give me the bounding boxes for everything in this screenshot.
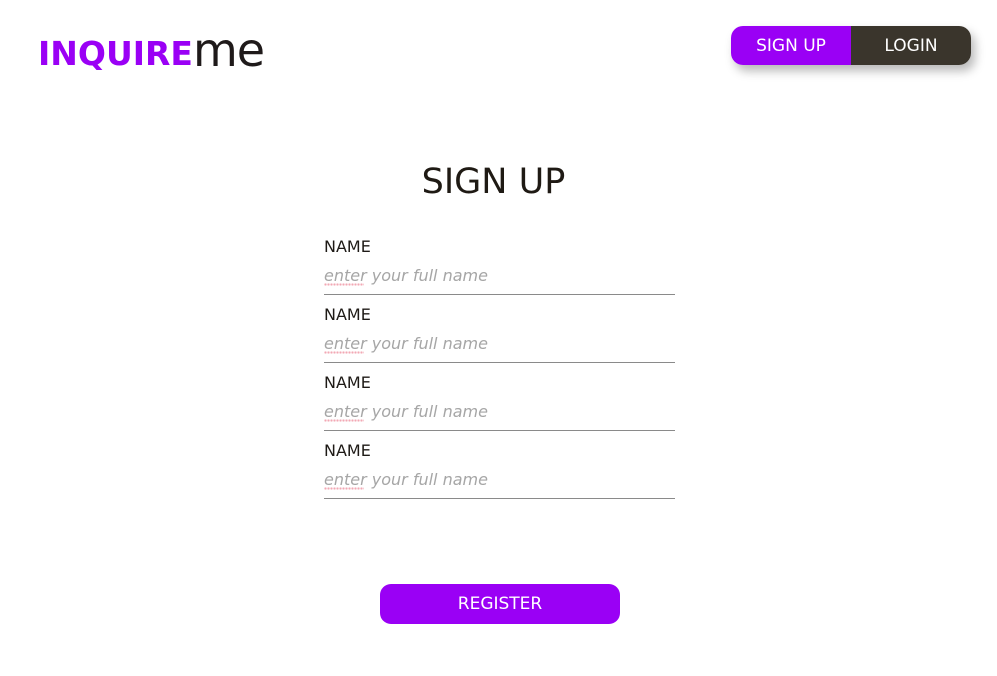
name-input-4[interactable] <box>324 466 675 492</box>
register-button[interactable]: REGISTER <box>380 584 620 624</box>
name-field-1: NAME <box>324 237 675 295</box>
signup-page: INQUIREme SIGN UP LOGIN SIGN UP NAME NAM… <box>0 0 997 676</box>
logo-bold-text: INQUIRE <box>38 34 193 73</box>
field-label: NAME <box>324 441 371 460</box>
name-input-1[interactable] <box>324 262 675 288</box>
field-label: NAME <box>324 305 371 324</box>
auth-toggle: SIGN UP LOGIN <box>731 26 971 65</box>
field-label: NAME <box>324 237 371 256</box>
name-field-3: NAME <box>324 373 675 431</box>
field-label: NAME <box>324 373 371 392</box>
logo: INQUIREme <box>38 23 265 77</box>
signup-nav-button[interactable]: SIGN UP <box>731 26 851 65</box>
name-field-4: NAME <box>324 441 675 499</box>
login-nav-button[interactable]: LOGIN <box>851 26 971 65</box>
page-title: SIGN UP <box>421 162 566 202</box>
logo-light-text: me <box>192 23 265 77</box>
name-input-3[interactable] <box>324 398 675 424</box>
name-field-2: NAME <box>324 305 675 363</box>
name-input-2[interactable] <box>324 330 675 356</box>
